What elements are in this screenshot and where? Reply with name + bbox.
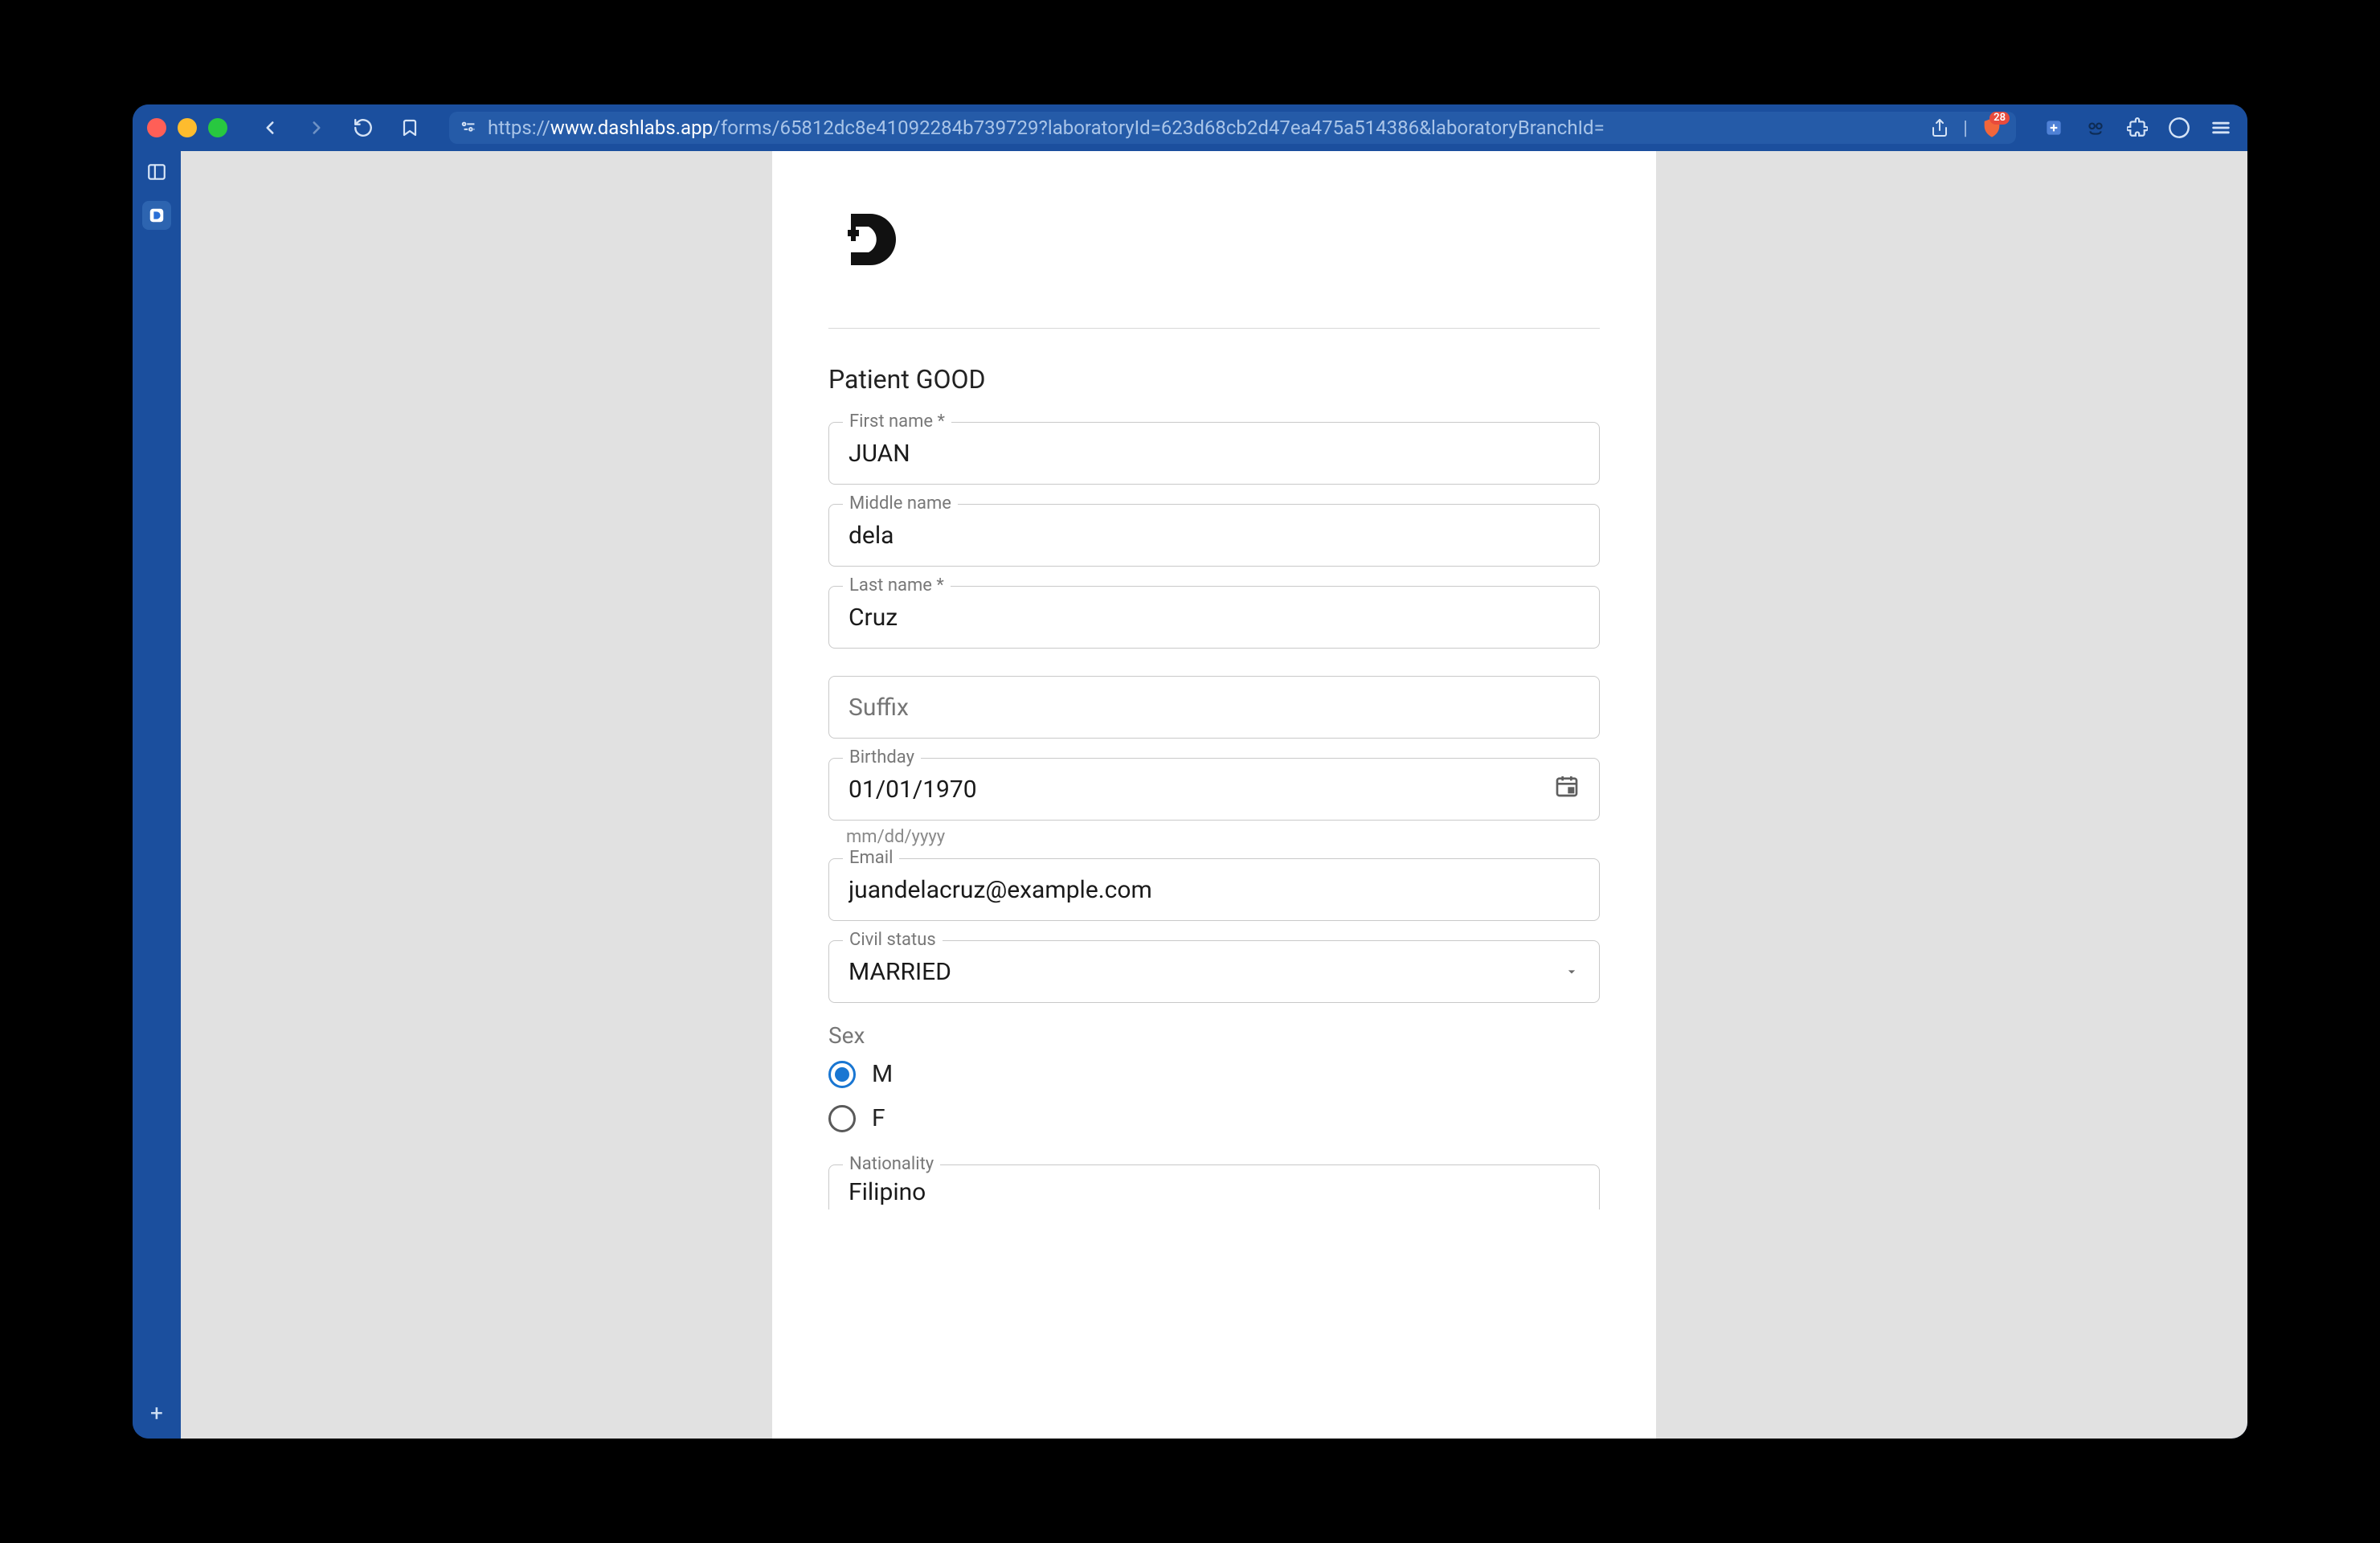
dashlabs-logo: [828, 199, 1600, 280]
brave-shields-icon[interactable]: 28: [1979, 115, 2005, 141]
last-name-input[interactable]: [849, 604, 1580, 632]
new-tab-button[interactable]: +: [142, 1398, 171, 1427]
browser-window: https://www.dashlabs.app/forms/65812dc8e…: [133, 104, 2247, 1439]
middle-name-field: Middle name: [828, 504, 1600, 567]
shield-count-badge: 28: [1989, 112, 2010, 125]
nationality-label: Nationality: [843, 1156, 940, 1173]
reload-button[interactable]: [351, 116, 375, 140]
birthday-input[interactable]: [849, 776, 1544, 804]
sidebar-toggle-icon[interactable]: [142, 158, 171, 186]
window-minimize-button[interactable]: [178, 118, 197, 137]
birthday-helper: mm/dd/yyyy: [846, 827, 1600, 847]
civil-status-label: Civil status: [843, 932, 943, 948]
nav-controls: [258, 116, 422, 140]
civil-status-field: Civil status MARRIED: [828, 940, 1600, 1003]
radio-m-icon: [828, 1061, 856, 1088]
extension-icon-1[interactable]: [2042, 116, 2066, 140]
extensions-puzzle-icon[interactable]: [2125, 116, 2149, 140]
tab-dashlabs[interactable]: [142, 201, 171, 230]
url-text: https://www.dashlabs.app/forms/65812dc8e…: [488, 117, 1918, 139]
birthday-field: Birthday: [828, 758, 1600, 821]
vertical-tab-rail: +: [133, 151, 181, 1439]
extension-icon-2[interactable]: [2084, 116, 2108, 140]
address-right-icons: | 28: [1928, 115, 2005, 141]
profile-icon[interactable]: [2167, 116, 2191, 140]
nationality-field: Nationality: [828, 1164, 1600, 1209]
site-settings-icon[interactable]: [460, 116, 478, 140]
email-field: Email: [828, 858, 1600, 921]
divider: [828, 328, 1600, 329]
window-maximize-button[interactable]: [208, 118, 227, 137]
first-name-field: First name *: [828, 422, 1600, 485]
email-input[interactable]: [849, 876, 1580, 904]
suffix-field: [828, 676, 1600, 739]
last-name-field: Last name *: [828, 586, 1600, 649]
menu-icon[interactable]: [2209, 116, 2233, 140]
share-icon[interactable]: [1928, 116, 1952, 140]
calendar-icon[interactable]: [1554, 773, 1580, 805]
sex-option-m[interactable]: M: [828, 1060, 1600, 1088]
civil-status-select[interactable]: MARRIED: [828, 940, 1600, 1003]
radio-f-icon: [828, 1105, 856, 1132]
browser-body: + Patient GOOD First name *: [133, 151, 2247, 1439]
forward-button[interactable]: [305, 116, 329, 140]
sex-label: Sex: [828, 1022, 1600, 1049]
middle-name-input[interactable]: [849, 522, 1580, 550]
suffix-input[interactable]: [849, 694, 1580, 722]
birthday-label: Birthday: [843, 750, 921, 766]
chevron-down-icon: [1564, 958, 1580, 986]
window-traffic-lights: [147, 118, 227, 137]
page-viewport[interactable]: Patient GOOD First name * Middle name La…: [181, 151, 2247, 1439]
topbar-right-icons: [2042, 116, 2233, 140]
browser-topbar: https://www.dashlabs.app/forms/65812dc8e…: [133, 104, 2247, 151]
email-label: Email: [843, 850, 899, 866]
last-name-label: Last name *: [843, 578, 951, 594]
nationality-input[interactable]: [849, 1178, 1580, 1206]
address-bar[interactable]: https://www.dashlabs.app/forms/65812dc8e…: [449, 112, 2016, 144]
bookmark-button[interactable]: [398, 116, 422, 140]
sex-option-f[interactable]: F: [828, 1104, 1600, 1132]
section-title: Patient GOOD: [828, 364, 1600, 395]
back-button[interactable]: [258, 116, 282, 140]
civil-status-value: MARRIED: [849, 958, 1554, 986]
radio-f-label: F: [872, 1104, 885, 1132]
first-name-input[interactable]: [849, 440, 1580, 468]
middle-name-label: Middle name: [843, 496, 958, 512]
first-name-label: First name *: [843, 414, 951, 430]
form-card: Patient GOOD First name * Middle name La…: [772, 151, 1656, 1439]
window-close-button[interactable]: [147, 118, 166, 137]
radio-m-label: M: [872, 1060, 893, 1088]
